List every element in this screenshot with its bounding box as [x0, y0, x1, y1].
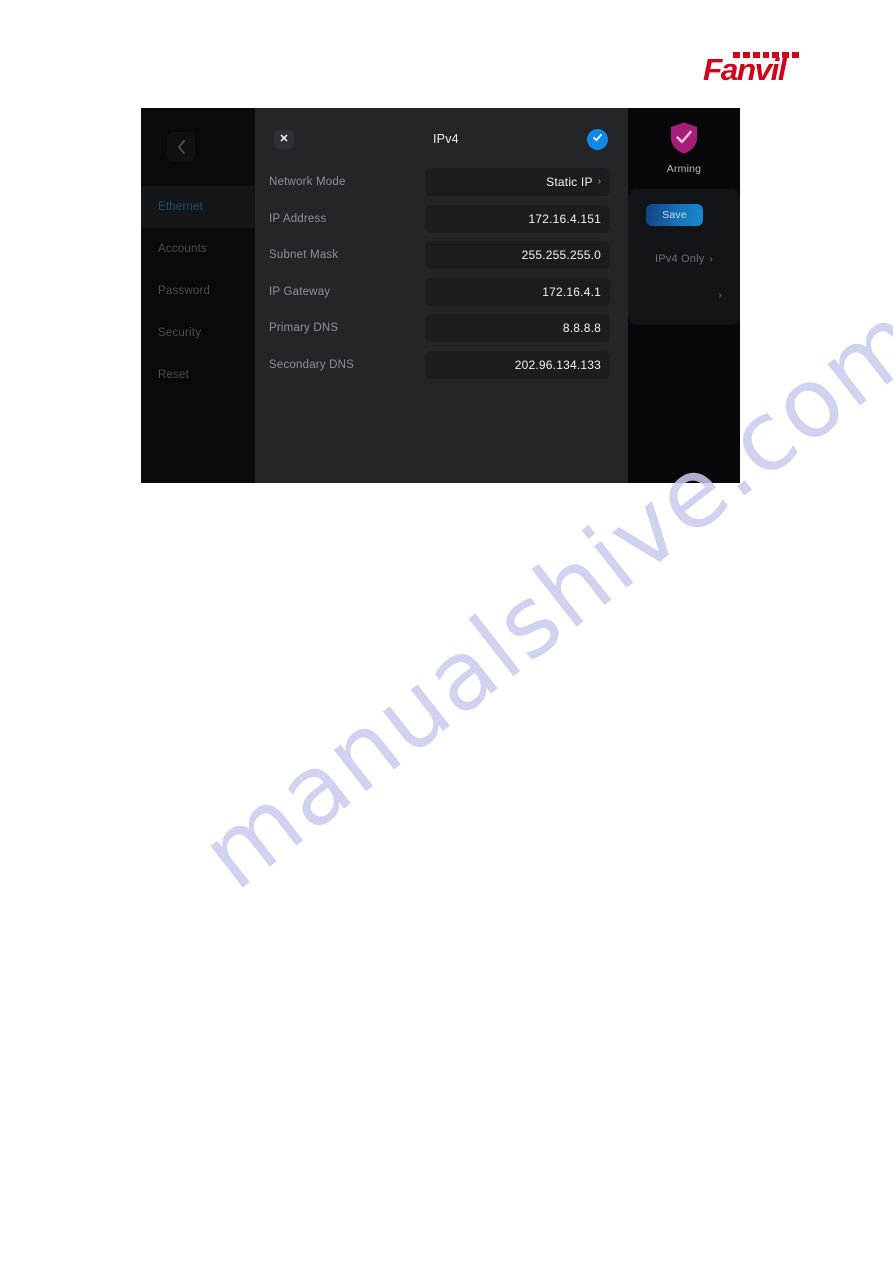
arming-label: Arming — [666, 163, 702, 175]
row-label: Network Mode — [269, 176, 346, 189]
sidebar-item-label: Accounts — [158, 243, 207, 255]
form-row-ip-gateway: IP Gateway 172.16.4.1 — [255, 274, 628, 311]
row-value: 172.16.4.151 — [528, 211, 601, 226]
sidebar-item-label: Security — [158, 327, 202, 339]
sidebar-item-password[interactable]: Password — [141, 270, 255, 312]
right-panel: Arming Save IPv4 Only › › — [628, 108, 740, 483]
extra-row[interactable]: › — [628, 280, 740, 310]
row-label: Subnet Mask — [269, 249, 339, 262]
sidebar-item-label: Ethernet — [158, 201, 204, 213]
form-row-subnet-mask: Subnet Mask 255.255.255.0 — [255, 237, 628, 274]
arming-status[interactable]: Arming — [628, 121, 740, 175]
chevron-left-icon — [177, 140, 186, 154]
form-row-ip-address: IP Address 172.16.4.151 — [255, 201, 628, 238]
sidebar-item-label: Reset — [158, 369, 190, 381]
sidebar-item-security[interactable]: Security — [141, 312, 255, 354]
form-row-primary-dns: Primary DNS 8.8.8.8 — [255, 310, 628, 347]
dialog-title: IPv4 — [433, 132, 459, 146]
row-value: 172.16.4.1 — [542, 284, 601, 299]
row-value: 8.8.8.8 — [562, 321, 601, 336]
row-label: IP Gateway — [269, 285, 331, 298]
close-button[interactable]: ✕ — [274, 130, 294, 149]
network-mode-field[interactable]: Static IP › — [425, 168, 610, 197]
sidebar-list: Ethernet Accounts Password Security Rese… — [141, 186, 255, 396]
save-button[interactable]: Save — [646, 204, 703, 226]
close-icon: ✕ — [279, 133, 289, 145]
check-circle-icon — [591, 131, 604, 149]
sidebar: Ethernet Accounts Password Security Rese… — [141, 108, 255, 483]
row-value: 255.255.255.0 — [521, 248, 601, 263]
logo-wordmark: Fanvil — [703, 52, 787, 87]
ip-mode-label: IPv4 Only — [654, 253, 705, 265]
row-value: Static IP — [546, 175, 593, 190]
ip-gateway-field[interactable]: 172.16.4.1 — [425, 277, 610, 306]
subnet-mask-field[interactable]: 255.255.255.0 — [425, 241, 610, 270]
sidebar-item-reset[interactable]: Reset — [141, 354, 255, 396]
shield-check-icon — [628, 121, 740, 160]
dialog-titlebar: ✕ IPv4 — [255, 108, 628, 164]
ip-mode-row[interactable]: IPv4 Only › — [628, 244, 740, 274]
save-button-label: Save — [662, 209, 687, 221]
watermark: manualshive.com — [181, 281, 893, 911]
confirm-button[interactable] — [587, 129, 608, 150]
ipv4-form: Network Mode Static IP › IP Address 172.… — [255, 164, 628, 383]
row-label: Primary DNS — [269, 322, 339, 335]
ip-address-field[interactable]: 172.16.4.151 — [425, 204, 610, 233]
secondary-dns-field[interactable]: 202.96.134.133 — [425, 350, 610, 379]
chevron-right-icon: › — [709, 253, 714, 265]
row-label: IP Address — [269, 212, 327, 225]
ipv4-dialog: ✕ IPv4 Network Mode Static IP › IP Addre… — [255, 108, 628, 483]
row-label: Secondary DNS — [269, 358, 355, 371]
fanvil-logo: Fanvil — [703, 52, 800, 87]
form-row-secondary-dns: Secondary DNS 202.96.134.133 — [255, 347, 628, 384]
sidebar-item-accounts[interactable]: Accounts — [141, 228, 255, 270]
row-value: 202.96.134.133 — [514, 357, 601, 372]
form-row-network-mode: Network Mode Static IP › — [255, 164, 628, 201]
chevron-right-icon: › — [597, 176, 601, 188]
sidebar-item-ethernet[interactable]: Ethernet — [141, 186, 255, 228]
primary-dns-field[interactable]: 8.8.8.8 — [425, 314, 610, 343]
chevron-right-icon: › — [718, 289, 722, 301]
device-screen: Ethernet Accounts Password Security Rese… — [141, 108, 740, 483]
back-button[interactable] — [167, 132, 195, 162]
sidebar-item-label: Password — [158, 285, 211, 297]
